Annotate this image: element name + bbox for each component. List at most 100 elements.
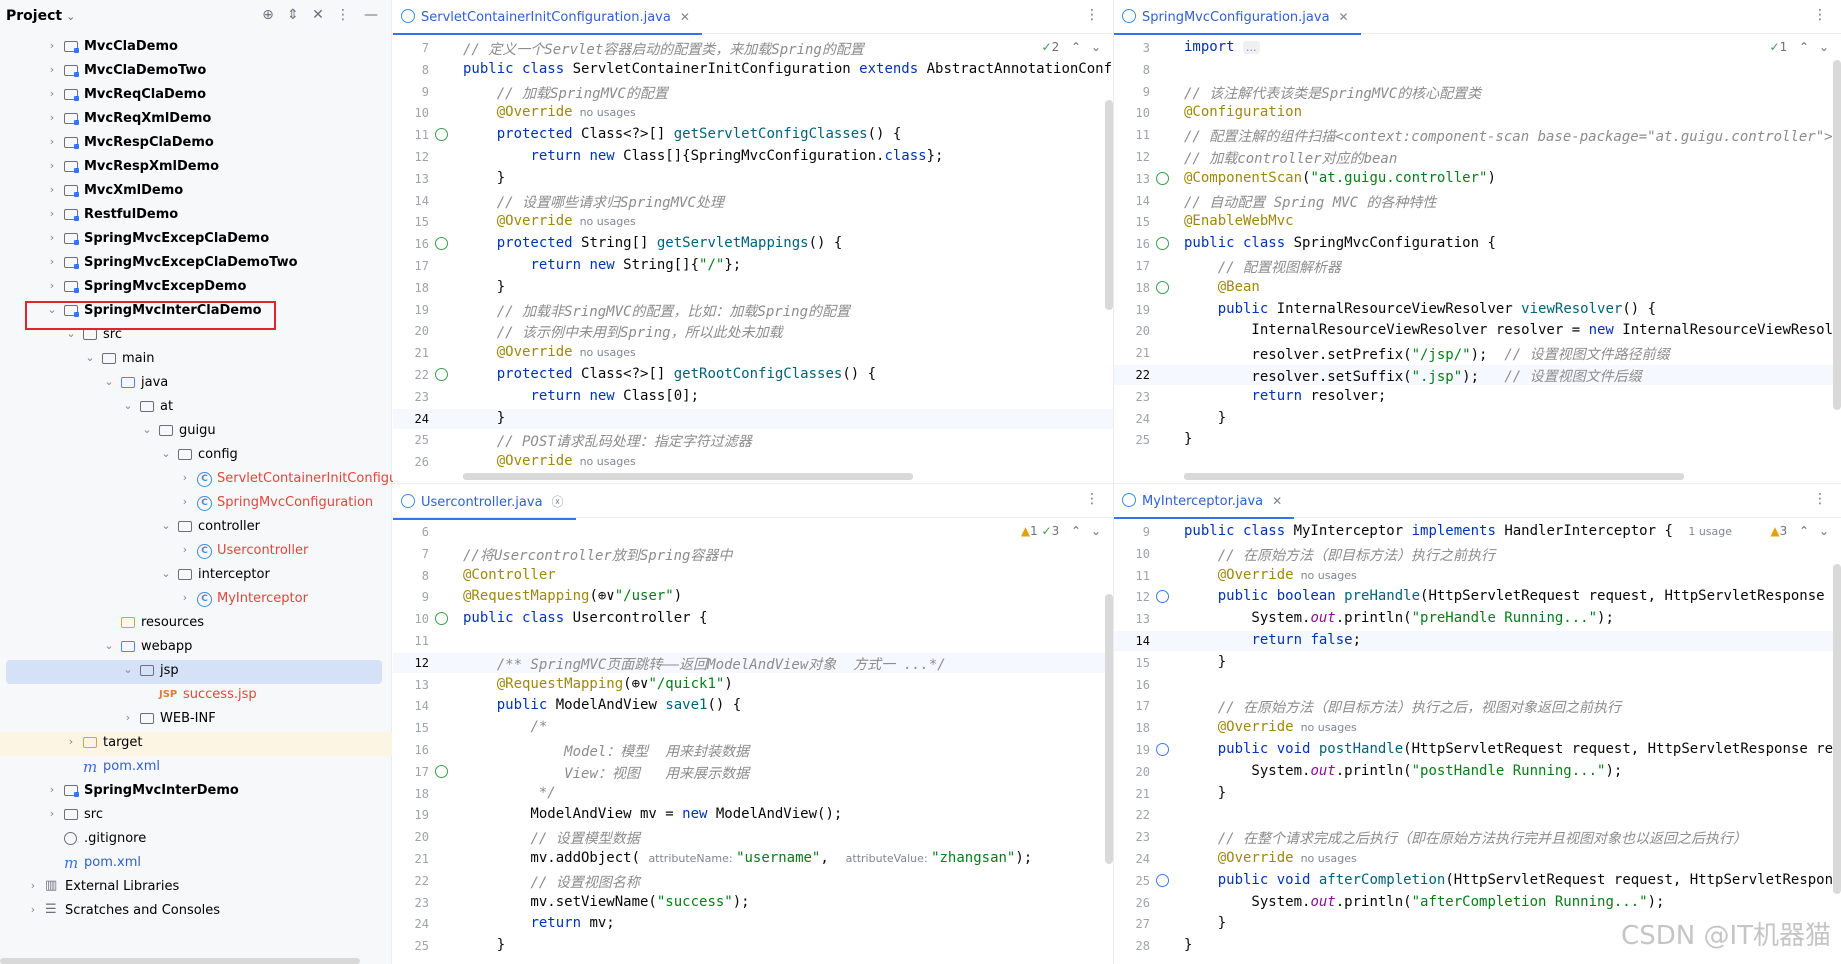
- tree-item[interactable]: ⌄ guigu: [0, 420, 392, 444]
- tree-item[interactable]: › SpringMvcExcepClaDemo: [0, 228, 392, 252]
- tree-item[interactable]: › ☰ Scratches and Consoles: [0, 900, 392, 924]
- chevron-right-icon[interactable]: ›: [46, 63, 58, 76]
- tree-item[interactable]: › WEB-INF: [0, 708, 392, 732]
- chevron-right-icon[interactable]: ›: [27, 903, 39, 916]
- tree-item[interactable]: ⌄ java: [0, 372, 392, 396]
- chevron-right-icon[interactable]: ›: [46, 135, 58, 148]
- chevron-right-icon[interactable]: ›: [65, 735, 77, 748]
- tree-item[interactable]: .gitignore: [0, 828, 392, 852]
- tree-item[interactable]: › MvcClaDemo: [0, 36, 392, 60]
- implement-icon[interactable]: [1156, 743, 1172, 759]
- controller-icon[interactable]: [435, 612, 451, 628]
- chevron-down-icon[interactable]: ⌄: [122, 663, 134, 676]
- chevron-right-icon[interactable]: ›: [46, 231, 58, 244]
- bean-icon[interactable]: [1156, 280, 1172, 297]
- chevron-right-icon[interactable]: ›: [46, 87, 58, 100]
- inspection-widget[interactable]: ✓2 ⌃ ⌄: [1042, 40, 1101, 54]
- vertical-scrollbar[interactable]: [1833, 60, 1841, 410]
- tree-item[interactable]: ⌄ main: [0, 348, 392, 372]
- code-area[interactable]: ✓1 ⌃ ⌄ 3 import ... 8 9 // 该注解代表该类是SpringMVC的…: [1114, 0, 1841, 483]
- code-area[interactable]: ✓2 ⌃ ⌄ 7 // 定义一个Servlet容器启动的配置类，来加载Spring的…: [393, 0, 1113, 483]
- chevron-right-icon[interactable]: ›: [46, 39, 58, 52]
- project-scrollbar[interactable]: [0, 958, 360, 964]
- inspection-widget[interactable]: ▲3 ⌃ ⌄: [1770, 524, 1829, 538]
- tree-item[interactable]: ⌄ config: [0, 444, 392, 468]
- tree-item[interactable]: m pom.xml: [0, 852, 392, 876]
- tree-item[interactable]: m pom.xml: [0, 756, 392, 780]
- tree-item[interactable]: ⌄ controller: [0, 516, 392, 540]
- chevron-right-icon[interactable]: ›: [179, 495, 191, 508]
- tree-item[interactable]: › ▥ External Libraries: [0, 876, 392, 900]
- inspection-widget[interactable]: ✓1 ⌃ ⌄: [1770, 40, 1829, 54]
- chevron-right-icon[interactable]: ›: [179, 591, 191, 604]
- horizontal-splitter[interactable]: [392, 483, 1841, 484]
- controller-icon[interactable]: [435, 764, 451, 781]
- tree-item[interactable]: ⌄ interceptor: [0, 564, 392, 588]
- chevron-down-icon[interactable]: ⌄: [160, 519, 172, 532]
- collapse-icon[interactable]: ✕: [309, 7, 327, 23]
- chevron-up-icon[interactable]: ⌃: [1799, 524, 1809, 538]
- chevron-down-icon[interactable]: ⌄: [122, 399, 134, 412]
- chevron-right-icon[interactable]: ›: [46, 207, 58, 220]
- chevron-down-icon[interactable]: ⌄: [103, 639, 115, 652]
- chevron-right-icon[interactable]: ›: [179, 543, 191, 556]
- tree-item[interactable]: › target: [0, 732, 392, 756]
- tree-item[interactable]: › C ServletContainerInitConfiguration: [0, 468, 435, 492]
- crosshair-icon[interactable]: ⊕: [259, 7, 277, 23]
- chevron-right-icon[interactable]: ›: [46, 255, 58, 268]
- override-icon[interactable]: [435, 237, 451, 253]
- chevron-right-icon[interactable]: ›: [27, 879, 39, 892]
- tree-item[interactable]: › SpringMvcInterDemo: [0, 780, 392, 804]
- code-area[interactable]: ▲1 ✓3 ⌃ ⌄ 6 7 //将Usercontroller放到Spring容器中 8…: [393, 484, 1113, 964]
- vertical-scrollbar[interactable]: [1833, 564, 1841, 894]
- tree-item[interactable]: › MvcReqXmlDemo: [0, 108, 392, 132]
- tree-item[interactable]: › RestfulDemo: [0, 204, 392, 228]
- code-area[interactable]: ▲3 ⌃ ⌄ 9 public class MyInterceptor implem…: [1114, 484, 1841, 964]
- more-icon[interactable]: ⋮: [334, 7, 352, 23]
- minimize-icon[interactable]: —: [362, 7, 380, 23]
- chevron-up-icon[interactable]: ⌃: [1071, 524, 1081, 538]
- tree-item[interactable]: › SpringMvcExcepClaDemoTwo: [0, 252, 392, 276]
- inspection-widget[interactable]: ▲1 ✓3 ⌃ ⌄: [1021, 524, 1101, 538]
- tree-item[interactable]: › C Usercontroller: [0, 540, 392, 564]
- tree-item[interactable]: ⌄ webapp: [0, 636, 392, 660]
- chevron-right-icon[interactable]: ›: [179, 471, 191, 484]
- chevron-up-icon[interactable]: ⌃: [1071, 40, 1081, 54]
- chevron-down-icon[interactable]: ⌄: [1819, 40, 1829, 54]
- tree-item[interactable]: resources: [0, 612, 392, 636]
- chevron-down-icon[interactable]: ⌄: [160, 447, 172, 460]
- chevron-up-icon[interactable]: ⌃: [1799, 40, 1809, 54]
- project-title[interactable]: Project ⌄: [6, 8, 75, 24]
- chevron-down-icon[interactable]: ⌄: [1091, 40, 1101, 54]
- chevron-down-icon[interactable]: ⌄: [160, 567, 172, 580]
- vertical-scrollbar[interactable]: [1105, 594, 1113, 864]
- chevron-right-icon[interactable]: ›: [46, 183, 58, 196]
- tree-item[interactable]: › MvcXmlDemo: [0, 180, 392, 204]
- tree-item[interactable]: › MvcRespClaDemo: [0, 132, 392, 156]
- vertical-scrollbar[interactable]: [1105, 100, 1113, 310]
- tree-item[interactable]: JSP success.jsp: [0, 684, 392, 708]
- override-icon[interactable]: [435, 128, 451, 144]
- tree-item[interactable]: › C MyInterceptor: [0, 588, 392, 612]
- bean-icon[interactable]: [1156, 237, 1172, 253]
- horizontal-scrollbar[interactable]: [463, 473, 913, 480]
- tree-item[interactable]: › MvcClaDemoTwo: [0, 60, 392, 84]
- implement-icon[interactable]: [1156, 590, 1172, 606]
- chevron-right-icon[interactable]: ›: [46, 111, 58, 124]
- chevron-down-icon[interactable]: ⌄: [1819, 524, 1829, 538]
- chevron-right-icon[interactable]: ›: [46, 783, 58, 796]
- vertical-splitter[interactable]: [1113, 0, 1114, 964]
- expand-icon[interactable]: ⇕: [284, 7, 302, 23]
- chevron-down-icon[interactable]: ⌄: [103, 375, 115, 388]
- chevron-down-icon[interactable]: ⌄: [141, 423, 153, 436]
- chevron-right-icon[interactable]: ›: [46, 279, 58, 292]
- horizontal-scrollbar[interactable]: [1184, 473, 1684, 480]
- tree-item[interactable]: ⌄ at: [0, 396, 392, 420]
- tree-item[interactable]: › SpringMvcExcepDemo: [0, 276, 392, 300]
- tree-item[interactable]: › MvcRespXmlDemo: [0, 156, 392, 180]
- tree-item[interactable]: › C SpringMvcConfiguration: [0, 492, 392, 516]
- implement-icon[interactable]: [1156, 873, 1172, 890]
- tree-item[interactable]: › MvcReqClaDemo: [0, 84, 392, 108]
- chevron-right-icon[interactable]: ›: [122, 711, 134, 724]
- override-icon[interactable]: [435, 368, 451, 384]
